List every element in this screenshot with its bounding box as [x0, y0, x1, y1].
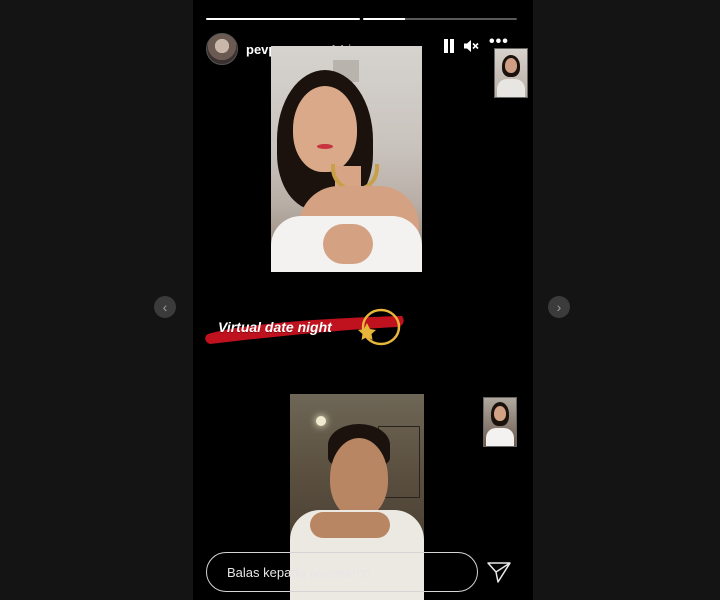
- progress-segment: [206, 18, 360, 20]
- speaker-muted-icon[interactable]: [463, 38, 479, 59]
- pause-icon[interactable]: [443, 39, 455, 53]
- virtual-date-night-sticker: Virtual date night: [202, 308, 414, 346]
- chevron-right-icon: ›: [556, 299, 562, 315]
- send-icon[interactable]: [487, 561, 511, 583]
- avatar[interactable]: [206, 33, 238, 65]
- story-viewer: pevpearce 14 jam ••• Virtual date nigh: [193, 0, 533, 600]
- next-story-button[interactable]: ›: [548, 296, 570, 318]
- story-photo-top: [271, 46, 422, 272]
- chevron-left-icon: ‹: [162, 299, 168, 315]
- previous-story-button[interactable]: ‹: [154, 296, 176, 318]
- star-ring-icon: [358, 308, 401, 346]
- progress-segment: [363, 18, 517, 20]
- reply-input[interactable]: [206, 552, 478, 592]
- sticker-text: Virtual date night: [218, 319, 332, 335]
- story-progress: [206, 18, 517, 20]
- partner-view-thumbnail: [483, 397, 517, 447]
- self-view-thumbnail: [494, 48, 528, 98]
